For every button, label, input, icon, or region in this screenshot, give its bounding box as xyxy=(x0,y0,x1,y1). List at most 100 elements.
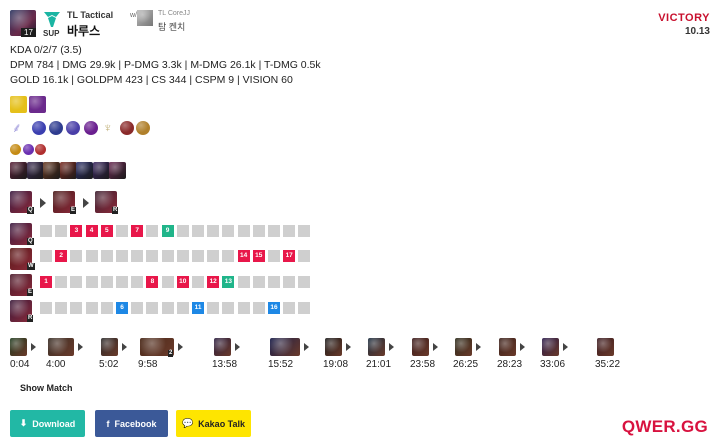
skill-key-label: Q xyxy=(27,238,34,245)
lethal-tempo-rune-icon: ⸙ xyxy=(12,121,26,135)
skill-level-cell xyxy=(298,250,311,262)
skill-level-cell xyxy=(192,225,204,237)
skill-level-cell xyxy=(268,276,280,288)
skill-level-cell xyxy=(70,276,83,288)
facebook-label: Facebook xyxy=(114,418,157,429)
build-step-items-icon xyxy=(542,338,559,356)
facebook-share-button[interactable]: f Facebook xyxy=(95,410,168,437)
build-step-time: 9:58 xyxy=(138,359,158,370)
skill-level-cell xyxy=(298,276,311,288)
skill-level-cell xyxy=(176,225,189,237)
item-rageblade-icon xyxy=(109,162,126,179)
game-version: 10.13 xyxy=(684,26,710,37)
skill-level-cell xyxy=(176,302,189,314)
skill-level-cell xyxy=(298,302,311,314)
download-button[interactable]: ⬇ Download xyxy=(10,410,85,437)
skill-level-cell xyxy=(161,302,174,314)
skill-level-cell xyxy=(283,276,296,288)
skill-level-cell xyxy=(252,276,265,288)
build-step-items-icon xyxy=(214,338,231,356)
skill-level-cell xyxy=(207,250,220,262)
skill-level-cell xyxy=(252,225,265,237)
chevron-right-icon xyxy=(78,343,83,351)
adaptive-shard-icon xyxy=(22,144,34,155)
skill-level-cell: 7 xyxy=(131,225,144,237)
skill-level-cell xyxy=(131,302,144,314)
show-match-button[interactable]: Show Match xyxy=(20,383,73,393)
player-name: 바루스 xyxy=(67,24,101,38)
duo-champion-portrait xyxy=(137,10,153,26)
kda-stat: KDA 0/2/7 (3.5) xyxy=(10,44,82,56)
kakao-share-button[interactable]: 💬 Kakao Talk xyxy=(176,410,251,437)
build-step-time: 15:52 xyxy=(268,359,294,370)
facebook-icon: f xyxy=(106,418,110,429)
skill-level-cell: 17 xyxy=(283,250,296,262)
skill-level-cell xyxy=(116,276,128,288)
skill-level-cell: 10 xyxy=(176,276,189,288)
skill-level-cell: 11 xyxy=(192,302,204,314)
match-header: 17 SUP TL Tactical 바루스 w/ TL CoreJJ 탐 켄치… xyxy=(10,10,710,38)
skill-level-cell xyxy=(40,225,52,237)
build-step-time: 35:22 xyxy=(595,359,621,370)
skill-level-cell xyxy=(207,225,220,237)
build-step-items-icon xyxy=(499,338,516,356)
legend-bloodline-rune-icon xyxy=(120,121,134,135)
skill-level-cell xyxy=(252,302,265,314)
skill-level-cell xyxy=(70,302,83,314)
match-result: VICTORY xyxy=(658,12,710,24)
team-logo-icon xyxy=(44,12,60,27)
team-name: TL Tactical xyxy=(67,10,114,20)
build-step-time: 23:58 xyxy=(410,359,436,370)
build-step-time: 21:01 xyxy=(366,359,392,370)
chevron-right-icon xyxy=(178,343,183,351)
skill-key-label: R xyxy=(27,315,34,322)
skill-level-cell xyxy=(85,276,98,288)
skill-level-cell xyxy=(85,302,98,314)
item-berserker-icon xyxy=(59,162,77,179)
nimbus-rune-icon xyxy=(49,121,63,135)
kakao-label: Kakao Talk xyxy=(198,418,246,429)
skill-level-cell xyxy=(85,250,98,262)
skill-level-cell: 2 xyxy=(55,250,68,262)
skill-level-cell xyxy=(100,302,113,314)
build-step-items-icon xyxy=(48,338,74,356)
skill-level-cell: 15 xyxy=(252,250,265,262)
chevron-right-icon xyxy=(40,198,46,208)
skill-level-cell xyxy=(40,302,52,314)
skill-key-label: Q xyxy=(27,207,34,214)
skill-level-cell xyxy=(55,225,68,237)
item-nashor-icon xyxy=(26,162,44,179)
transcendence-rune-icon xyxy=(66,121,80,135)
precision-tree-icon: ♆ xyxy=(103,121,117,135)
skill-level-cell xyxy=(268,250,280,262)
skill-level-cell: 13 xyxy=(222,276,235,288)
duo-player-name: 탐 켄치 xyxy=(158,22,186,32)
skill-level-cell xyxy=(131,276,144,288)
brand-logo: QWER.GG xyxy=(621,417,708,436)
sorcery-rune-icon xyxy=(32,121,46,135)
skill-level-cell: 16 xyxy=(268,302,280,314)
cut-down-rune-icon xyxy=(136,121,150,135)
download-icon: ⬇ xyxy=(19,418,28,428)
skill-level-cell xyxy=(237,276,250,288)
skill-key-label: E xyxy=(27,289,34,296)
skill-level-cell xyxy=(40,250,52,262)
chevron-right-icon xyxy=(563,343,568,351)
build-step-items-icon xyxy=(412,338,429,356)
build-step-items-icon xyxy=(101,338,118,356)
skill-key-label: W xyxy=(27,263,35,270)
armor-shard-icon xyxy=(35,144,46,155)
build-step-time: 28:23 xyxy=(497,359,523,370)
chevron-right-icon xyxy=(83,198,89,208)
skill-level-cell xyxy=(222,302,235,314)
skill-level-cell xyxy=(192,250,204,262)
flash-spell-icon xyxy=(10,96,27,113)
skill-level-cell xyxy=(100,276,113,288)
build-step-time: 26:25 xyxy=(453,359,479,370)
item-lich-icon xyxy=(92,162,110,179)
skill-level-cell xyxy=(222,250,235,262)
skill-level-cell xyxy=(55,276,68,288)
skill-level-cell: 6 xyxy=(116,302,128,314)
build-step-items-icon xyxy=(597,338,614,356)
skill-level-cell xyxy=(146,302,159,314)
